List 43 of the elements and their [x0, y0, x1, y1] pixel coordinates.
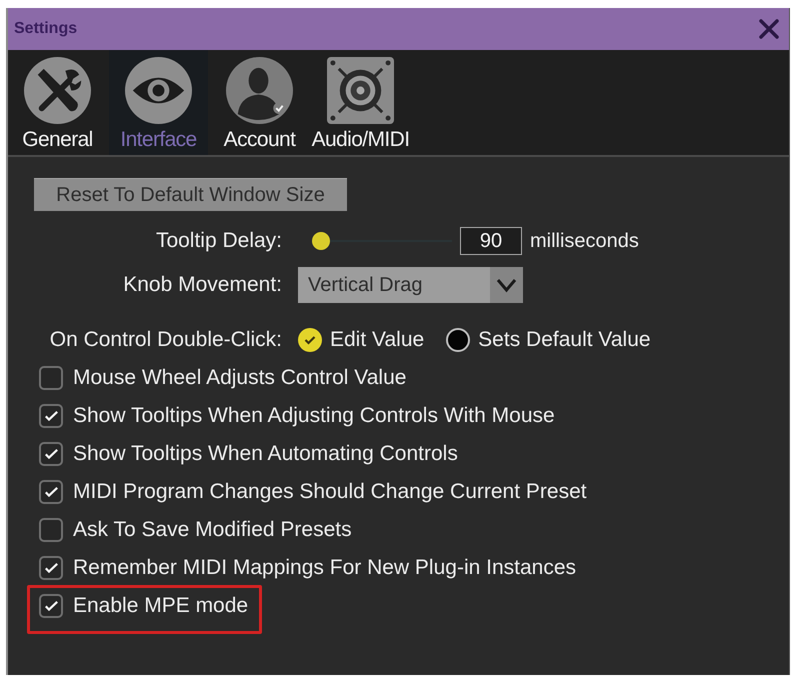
checkbox[interactable] [39, 594, 63, 618]
dropdown[interactable]: Vertical Drag [298, 267, 523, 303]
checkbox-label: Enable MPE mode [73, 594, 248, 618]
slider-thumb[interactable] [312, 232, 330, 250]
checkbox[interactable] [39, 556, 63, 580]
option-label: Edit Value [330, 328, 424, 352]
speaker-icon [327, 57, 394, 124]
check-icon [44, 601, 58, 611]
check-icon [44, 487, 58, 497]
number-field[interactable]: 90 [460, 227, 522, 255]
field-label: Knob Movement: [122, 273, 282, 297]
close-button[interactable] [757, 17, 781, 41]
tab[interactable]: General [8, 50, 107, 155]
unit-label: milliseconds [530, 230, 639, 252]
tab[interactable]: Audio/MIDI [311, 50, 410, 155]
checkbox[interactable] [39, 404, 63, 428]
radio-button[interactable] [446, 328, 470, 352]
eye-icon [125, 57, 192, 124]
person-icon [226, 57, 293, 124]
checkbox-label: Remember MIDI Mappings For New Plug-in Instances [73, 556, 576, 580]
field-label: Tooltip Delay: [154, 229, 282, 253]
window-title: Settings [14, 20, 78, 38]
caret-icon [490, 267, 523, 303]
checkbox-label: Ask To Save Modified Presets [73, 518, 352, 542]
option-label: Sets Default Value [478, 328, 651, 352]
check-icon [44, 563, 58, 573]
checkbox-label: MIDI Program Changes Should Change Current Preset [73, 480, 587, 504]
checkbox[interactable] [39, 480, 63, 504]
check-icon [44, 411, 58, 421]
checkbox[interactable] [39, 442, 63, 466]
field-label: On Control Double-Click: [48, 328, 282, 352]
check-icon [44, 449, 58, 459]
radio-button[interactable] [298, 328, 322, 352]
tools-icon [24, 57, 91, 124]
tab[interactable]: Account [210, 50, 309, 155]
close-icon [758, 18, 780, 40]
checkbox-label: Show Tooltips When Automating Controls [73, 442, 458, 466]
checkbox[interactable] [39, 518, 63, 542]
checkbox-label: Mouse Wheel Adjusts Control Value [73, 366, 406, 390]
checkbox-label: Show Tooltips When Adjusting Controls With Mouse [73, 404, 555, 428]
tab[interactable]: Interface [109, 50, 208, 155]
checkbox[interactable] [39, 366, 63, 390]
reset-button[interactable]: Reset To Default Window Size [34, 178, 347, 211]
